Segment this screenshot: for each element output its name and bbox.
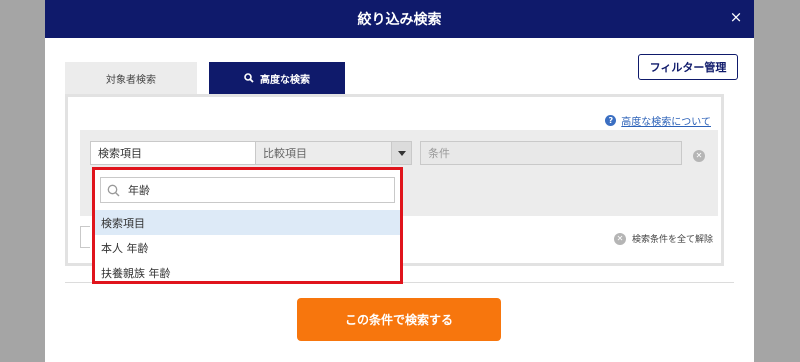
question-icon: ? xyxy=(605,115,617,126)
remove-condition-icon[interactable]: ✕ xyxy=(693,150,705,162)
tab-advanced-search[interactable]: 高度な検索 xyxy=(209,62,345,94)
condition-value-placeholder: 条件 xyxy=(428,147,450,160)
dropdown-search-value: 年齢 xyxy=(128,184,150,197)
clear-all-conditions[interactable]: ✕ 検索条件を全て解除 xyxy=(614,232,713,245)
clear-icon: ✕ xyxy=(614,232,626,245)
help-link-label: 高度な検索について xyxy=(621,117,711,128)
close-icon[interactable]: × xyxy=(726,7,746,27)
filter-manage-button[interactable]: フィルター管理 xyxy=(638,54,738,80)
tab-target-search[interactable]: 対象者検索 xyxy=(65,62,197,94)
tab-label: 対象者検索 xyxy=(106,74,156,86)
dropdown-search-input[interactable]: 年齢 xyxy=(100,177,395,203)
compare-select-value: 比較項目 xyxy=(263,147,307,160)
field-select-value: 検索項目 xyxy=(98,147,142,160)
modal-title: 絞り込み検索 xyxy=(357,12,442,28)
add-condition-button[interactable] xyxy=(80,226,90,248)
search-icon xyxy=(107,184,120,196)
chevron-down-icon[interactable] xyxy=(391,142,411,164)
tab-label: 高度な検索 xyxy=(260,74,310,86)
search-icon xyxy=(244,73,254,83)
submit-search-button[interactable]: この条件で検索する xyxy=(297,298,501,341)
dropdown-option[interactable]: 検索項目 xyxy=(95,210,400,235)
compare-select[interactable]: 比較項目 xyxy=(255,141,412,165)
condition-value-input[interactable]: 条件 xyxy=(420,141,682,165)
help-link[interactable]: ? 高度な検索について xyxy=(605,113,711,128)
clear-all-label: 検索条件を全て解除 xyxy=(632,235,714,245)
modal-header: 絞り込み検索 × xyxy=(45,0,754,38)
dropdown-option[interactable]: 扶養親族 年齢 xyxy=(95,260,400,285)
field-select-dropdown: 年齢 検索項目 本人 年齢 扶養親族 年齢 xyxy=(92,167,403,284)
dropdown-options: 検索項目 本人 年齢 扶養親族 年齢 xyxy=(95,210,400,285)
dropdown-option[interactable]: 本人 年齢 xyxy=(95,235,400,260)
